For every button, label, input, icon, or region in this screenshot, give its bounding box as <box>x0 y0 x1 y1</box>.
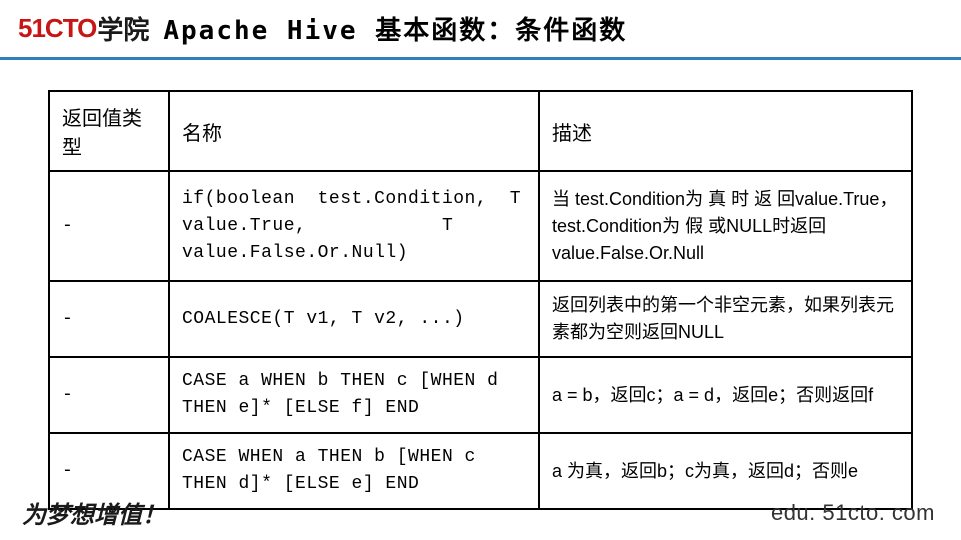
slogan-text: 为梦想增值！ <box>22 495 166 530</box>
cell-return-type: - <box>49 171 169 281</box>
cell-return-type: - <box>49 281 169 357</box>
slide-root: 51CTO 学院 Apache Hive 基本函数：条件函数 返回值类型 名称 … <box>0 0 961 540</box>
cell-description: 当 test.Condition为 真 时 返 回value.True， tes… <box>539 171 912 281</box>
title-prefix: Apache Hive 基本函数：条件 <box>163 16 571 46</box>
page-title: Apache Hive 基本函数：条件函数 <box>163 10 627 47</box>
col-header-name: 名称 <box>169 91 539 171</box>
col-header-description: 描述 <box>539 91 912 171</box>
table-row: - CASE a WHEN b THEN c [WHEN d THEN e]* … <box>49 357 912 433</box>
cell-description: a = b，返回c；a = d，返回e；否则返回f <box>539 357 912 433</box>
cell-name: if(boolean test.Condition, T value.True,… <box>169 171 539 281</box>
cell-description: 返回列表中的第一个非空元素，如果列表元素都为空则返回NULL <box>539 281 912 357</box>
functions-table: 返回值类型 名称 描述 - if(boolean test.Condition,… <box>48 90 913 510</box>
table-row: - if(boolean test.Condition, T value.Tru… <box>49 171 912 281</box>
col-header-return-type: 返回值类型 <box>49 91 169 171</box>
site-url: edu. 51cto. com <box>771 500 935 526</box>
content-area: 返回值类型 名称 描述 - if(boolean test.Condition,… <box>0 60 961 510</box>
cell-return-type: - <box>49 357 169 433</box>
cell-name: COALESCE(T v1, T v2, ...) <box>169 281 539 357</box>
title-bold: 函数 <box>571 16 627 46</box>
header: 51CTO 学院 Apache Hive 基本函数：条件函数 <box>0 0 961 55</box>
logo-text-sub: 学院 <box>97 10 149 47</box>
table-row: - COALESCE(T v1, T v2, ...) 返回列表中的第一个非空元… <box>49 281 912 357</box>
cell-name: CASE a WHEN b THEN c [WHEN d THEN e]* [E… <box>169 357 539 433</box>
logo-text-main: 51CTO <box>18 13 96 44</box>
table-header-row: 返回值类型 名称 描述 <box>49 91 912 171</box>
footer: 为梦想增值！ edu. 51cto. com <box>0 487 961 540</box>
